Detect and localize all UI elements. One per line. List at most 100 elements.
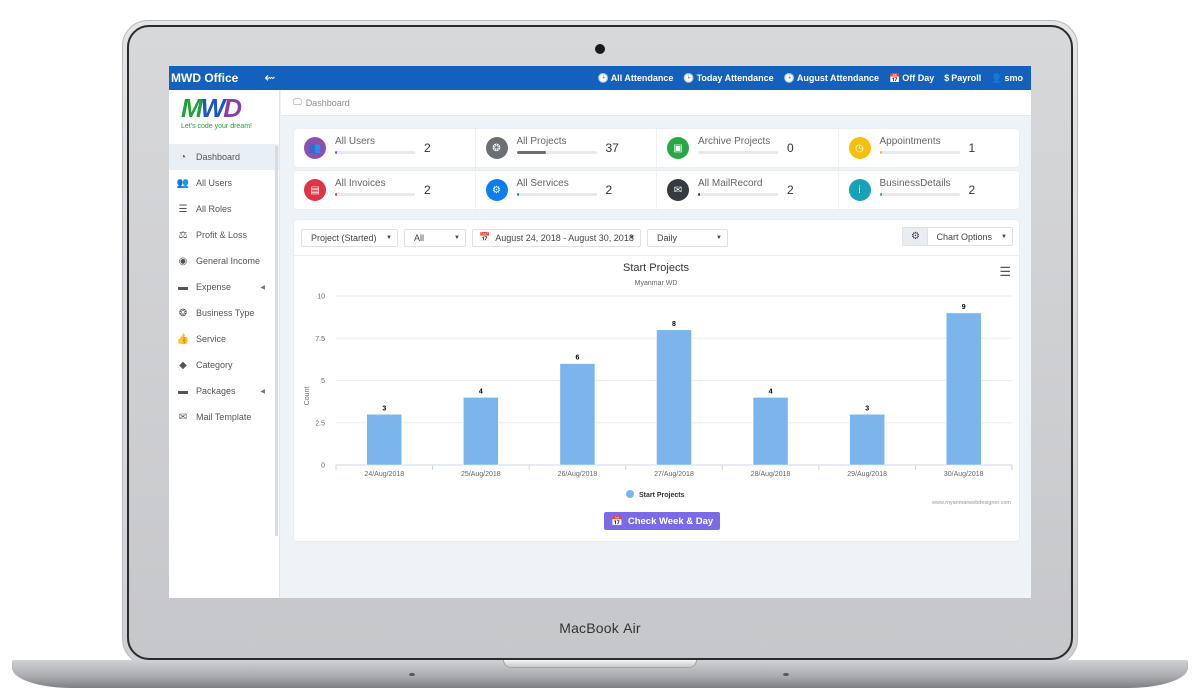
clock-icon: 🕒: [683, 72, 695, 83]
topnav-item[interactable]: 📅 Off Day: [889, 73, 934, 84]
stat-card[interactable]: i BusinessDetails 2: [839, 171, 1020, 209]
check-week-day-button[interactable]: 📅 Check Week & Day: [604, 512, 721, 530]
stat-label: All Services: [516, 178, 569, 189]
stat-progress: [516, 193, 597, 196]
breadcrumb-item[interactable]: Dashboard: [306, 98, 350, 108]
breadcrumb: 🖵 Dashboard: [281, 90, 1031, 116]
sidebar-item-profit-loss[interactable]: ⚖ Profit & Loss: [169, 222, 279, 248]
folder-icon: ▬: [178, 385, 188, 397]
sidebar-item-all-roles[interactable]: ☰ All Roles: [169, 196, 279, 222]
stat-body: All Invoices: [335, 178, 415, 196]
bar[interactable]: [945, 312, 982, 466]
caret-down-icon: ▼: [386, 234, 392, 241]
sidebar-item-mail-template[interactable]: ✉ Mail Template: [169, 404, 279, 430]
sidebar-item-label: Dashboard: [196, 152, 241, 162]
balance-scale-icon: ⚖: [178, 229, 188, 241]
stat-progress-fill: [698, 193, 701, 196]
chart-options-button[interactable]: ⚙ Chart Options ▼: [902, 227, 1013, 246]
laptop-foot: [783, 673, 789, 676]
stat-card[interactable]: 👥 All Users 2: [294, 129, 476, 167]
sidebar-item-label: All Roles: [196, 204, 232, 214]
sidebar-item-packages[interactable]: ▬ Packages ◀: [169, 378, 279, 404]
sidebar-item-label: General Income: [196, 256, 261, 266]
sidebar-item-label: Packages: [196, 386, 236, 396]
x-tick-label: 29/Aug/2018: [847, 471, 887, 478]
bar[interactable]: [463, 397, 499, 466]
scope-select[interactable]: All ▼: [404, 228, 466, 247]
topnav-item[interactable]: 👤 smo: [991, 73, 1023, 84]
stat-progress: [698, 151, 778, 154]
sidebar-item-dashboard[interactable]: ◔ Dashboard: [169, 144, 279, 170]
stat-label: Archive Projects: [698, 136, 771, 147]
stat-progress: [698, 193, 778, 196]
interval-select[interactable]: Daily ▼: [647, 228, 728, 247]
stat-progress: [516, 151, 597, 154]
sidebar-scrollbar[interactable]: [275, 146, 278, 536]
type-select[interactable]: Project (Started) ▼: [301, 228, 398, 247]
date-range-picker[interactable]: 📅 August 24, 2018 - August 30, 2018 ▼: [472, 228, 641, 247]
sidebar-item-business-type[interactable]: ❂ Business Type: [169, 300, 279, 326]
bar[interactable]: [849, 414, 885, 466]
y-tick-label: 0: [321, 463, 325, 470]
device-model: Air: [623, 620, 641, 636]
stat-card[interactable]: ❂ All Projects 37: [476, 129, 657, 167]
topnav-item[interactable]: 🕒 August Attendance: [784, 73, 879, 84]
logo-mark: MWD: [181, 93, 242, 123]
bar[interactable]: [366, 414, 403, 466]
logo[interactable]: MWD Let's code your dream!: [169, 90, 279, 144]
stat-value: 2: [787, 183, 794, 197]
topnav-item[interactable]: 🕒 Today Attendance: [683, 73, 773, 84]
laptop-foot: [409, 673, 415, 676]
sidebar-item-general-income[interactable]: ◉ General Income: [169, 248, 279, 274]
topnav-item[interactable]: 🕒 All Attendance: [597, 73, 673, 84]
stat-card[interactable]: ▤ All Invoices 2: [294, 171, 476, 209]
legend-marker: [626, 490, 634, 498]
stat-progress-fill: [879, 151, 882, 154]
stat-body: All MailRecord: [698, 178, 778, 196]
envelope-icon: ✉: [178, 411, 188, 423]
cubes-icon: ❂: [178, 307, 188, 319]
device-brand: MacBook: [559, 620, 619, 636]
stat-card[interactable]: ⚙ All Services 2: [476, 171, 657, 209]
sidebar: MWD Let's code your dream! ◔ Dashboard 👥 Al…: [169, 90, 280, 598]
stat-progress-fill: [516, 151, 547, 154]
app-title[interactable]: MWD Office: [171, 71, 238, 85]
bar[interactable]: [656, 329, 692, 466]
topnav-item[interactable]: $ Payroll: [944, 73, 981, 84]
stat-card[interactable]: ▣ Archive Projects 0: [657, 129, 839, 167]
stats-row: 👥 All Users 2 ❂ All Projects 37 ▣ Archive Proje…: [294, 129, 1019, 167]
camera-icon: [595, 44, 605, 54]
chart-legend[interactable]: Start Projects: [626, 490, 685, 499]
bar[interactable]: [752, 397, 789, 466]
stat-label: Appointments: [879, 136, 941, 147]
filter-bar: Project (Started) ▼ All ▼ 📅 August 24, 201…: [294, 220, 1019, 256]
sidebar-item-category[interactable]: ◆ Category: [169, 352, 279, 378]
calendar-icon: 📅: [889, 72, 901, 83]
stat-progress-fill: [335, 193, 338, 196]
sidebar-item-label: Expense: [196, 282, 232, 292]
stat-card[interactable]: ◷ Appointments 1: [839, 129, 1020, 167]
sidebar-item-service[interactable]: 👍 Service: [169, 326, 279, 352]
bar[interactable]: [559, 363, 596, 466]
caret-left-icon: ◀: [260, 284, 265, 291]
sidebar-item-all-users[interactable]: 👥 All Users: [169, 170, 279, 196]
bar-data-label: 3: [865, 405, 869, 412]
stat-label: All MailRecord: [698, 178, 763, 189]
calendar-icon: 📅: [611, 515, 623, 527]
chart-credit[interactable]: www.myanmarwebdesigner.com: [932, 500, 1011, 506]
users-icon: 👥: [176, 177, 190, 189]
stat-progress: [335, 151, 415, 154]
file-icon: ▤: [304, 179, 326, 201]
y-axis-label: Count: [304, 387, 311, 406]
stat-body: Archive Projects: [698, 136, 778, 154]
sidebar-item-label: Service: [196, 334, 227, 344]
users-icon: 👥: [304, 137, 326, 159]
sidebar-item-label: Category: [196, 360, 233, 370]
sidebar-item-expense[interactable]: ▬ Expense ◀: [169, 274, 279, 300]
chart-title: Start Projects: [623, 262, 690, 274]
stat-progress-fill: [879, 193, 882, 196]
topnav-label: Off Day: [902, 73, 935, 83]
thumbs-up-icon: 👍: [176, 333, 190, 345]
stat-card[interactable]: ✉ All MailRecord 2: [657, 171, 839, 209]
sidebar-toggle-icon[interactable]: ⇜: [264, 70, 275, 86]
